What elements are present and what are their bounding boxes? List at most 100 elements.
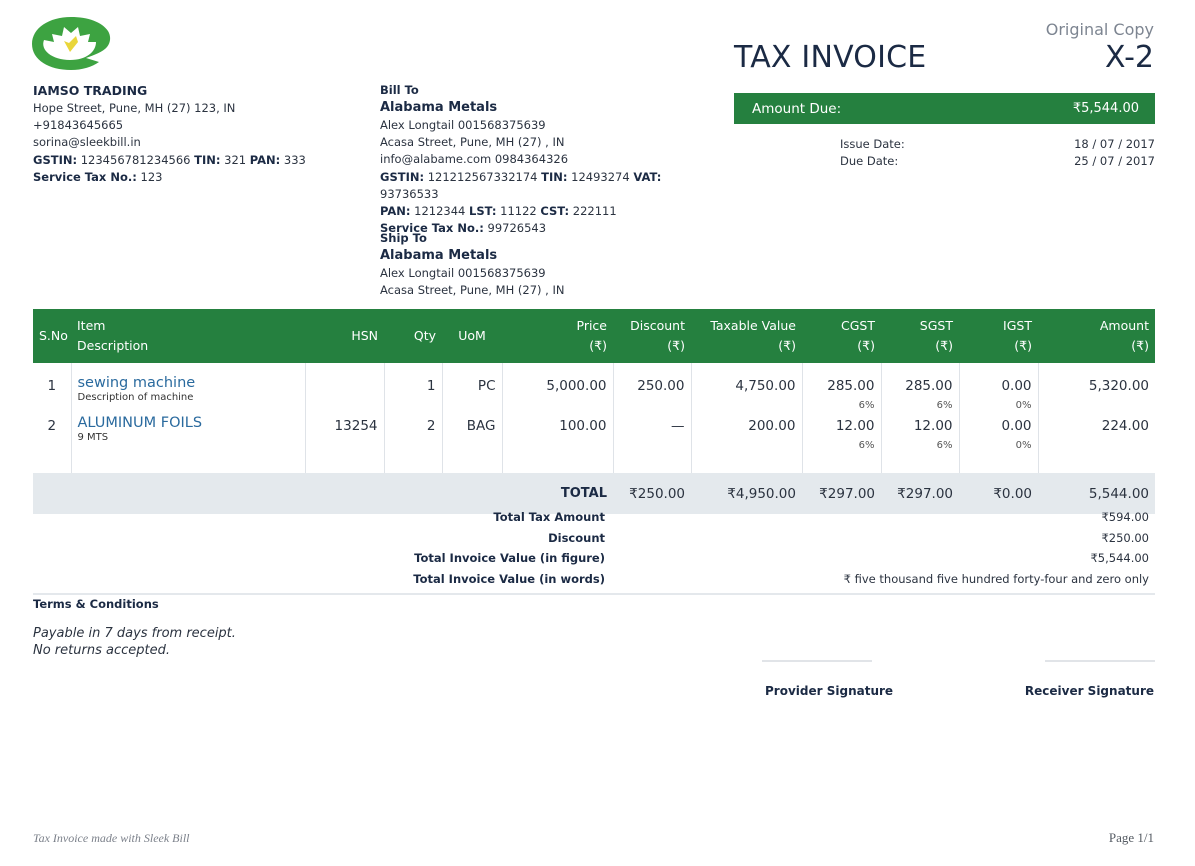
col-discount: Discount (₹) (613, 309, 691, 363)
due-date-label: Due Date: (840, 153, 899, 168)
row-cgst: 12.00 6% (801, 415, 881, 473)
discount-value: 250.00 (637, 378, 685, 394)
summary-label: Total Invoice Value (in words) (413, 571, 605, 586)
col-taxable-line2: (₹) (778, 338, 796, 353)
row-sno: 2 (33, 415, 71, 473)
row-item: ALUMINUM FOILS 9 MTS (70, 415, 305, 473)
summary-row: Total Invoice Value (in figure) ₹5,544.00 (33, 548, 1155, 569)
summary-value: ₹ five thousand five hundred forty-four … (843, 571, 1149, 586)
ship-to-contact: Alex Longtail 001568375639 (380, 266, 546, 280)
row-amount: 5,320.00 (1037, 363, 1155, 415)
col-price: Price (₹) (502, 309, 613, 363)
col-item-line1: Item (77, 318, 106, 333)
gstin-label: GSTIN: (33, 152, 78, 167)
price-value: 5,000.00 (546, 378, 607, 394)
row-sgst: 285.00 6% (880, 363, 959, 415)
amount-value: 224.00 (1101, 418, 1149, 434)
row-price: 100.00 (501, 415, 613, 473)
igst-value: 0.00 (1001, 418, 1032, 434)
summary-row: Discount ₹250.00 (33, 528, 1155, 549)
col-cgst: CGST (₹) (802, 309, 881, 363)
gstin-value: 123456781234566 (80, 152, 191, 167)
amount-due-bar: Amount Due: ₹5,544.00 (734, 93, 1155, 124)
taxable-value: 4,750.00 (735, 378, 796, 394)
pan-value: 1212344 (414, 204, 466, 219)
summary-row: Total Invoice Value (in words) ₹ five tho… (33, 569, 1155, 590)
service-tax-label: Service Tax No.: (33, 169, 137, 184)
sno-value: 2 (47, 418, 57, 434)
seller-email: sorina@sleekbill.in (33, 135, 141, 150)
col-igst-line1: IGST (1003, 318, 1032, 333)
vat-value: 93736533 (380, 186, 439, 201)
seller-tax-ids: GSTIN: 123456781234566 TIN: 321 PAN: 333 (33, 152, 353, 169)
igst-value: 0.00 (1001, 378, 1032, 394)
receiver-signature-line (1045, 660, 1155, 662)
col-cgst-line1: CGST (841, 318, 875, 333)
terms-line: No returns accepted. (33, 643, 170, 658)
summary-value: ₹5,544.00 (1090, 551, 1149, 566)
summary-label: Total Tax Amount (493, 510, 605, 525)
sgst-rate: 6% (936, 440, 953, 451)
line-items-table: S.No Item Description HSN Qty UoM Price (₹… (33, 309, 1155, 514)
col-item-line2: Description (77, 338, 149, 353)
row-taxable: 200.00 (690, 415, 802, 473)
summary-label: Discount (548, 530, 605, 545)
summary-divider (33, 593, 1155, 595)
gstin-value: 121212567332174 (427, 169, 538, 184)
col-discount-line1: Discount (630, 318, 685, 333)
terms-line: Payable in 7 days from receipt. (33, 626, 236, 641)
col-amount-line1: Amount (1099, 318, 1149, 333)
sgst-value: 12.00 (913, 418, 953, 434)
tin-label: TIN: (194, 152, 221, 167)
cgst-value: 12.00 (835, 418, 875, 434)
cgst-rate: 6% (858, 400, 875, 411)
row-igst: 0.00 0% (958, 363, 1038, 415)
bill-to-tax-ids-1: GSTIN: 121212567332174 TIN: 12493274 VAT… (380, 169, 720, 203)
receiver-signature-label: Receiver Signature (1024, 684, 1154, 698)
amount-due-value: ₹5,544.00 (1072, 101, 1139, 116)
lst-value: 11122 (500, 204, 537, 219)
cst-label: CST: (540, 204, 570, 219)
page-number: Page 1/1 (1108, 830, 1154, 845)
col-cgst-line2: (₹) (857, 338, 875, 353)
col-uom: UoM (442, 309, 502, 363)
bill-to-name: Alabama Metals (380, 100, 498, 115)
tin-value: 12493274 (571, 169, 630, 184)
price-value: 100.00 (559, 418, 607, 434)
bill-to-address: Acasa Street, Pune, MH (27) , IN (380, 135, 565, 150)
sno-value: 1 (47, 378, 57, 394)
col-amount-line2: (₹) (1131, 338, 1149, 353)
row-discount: — (612, 415, 691, 473)
col-igst: IGST (₹) (959, 309, 1038, 363)
table-header-row: S.No Item Description HSN Qty UoM Price (₹… (33, 309, 1155, 363)
bill-to-label: Bill To (380, 83, 419, 97)
ship-to-label: Ship To (380, 231, 427, 245)
col-qty: Qty (384, 309, 442, 363)
row-taxable: 4,750.00 (690, 363, 802, 415)
cgst-rate: 6% (858, 440, 875, 451)
qty-value: 1 (426, 378, 436, 394)
bill-to-contact: Alex Longtail 001568375639 (380, 118, 546, 132)
hsn-value: 13254 (334, 418, 378, 434)
issue-date-row: Issue Date: 18 / 07 / 2017 (840, 136, 1155, 153)
row-item: sewing machine Description of machine (70, 363, 305, 415)
issue-date-label: Issue Date: (840, 137, 905, 151)
item-name: ALUMINUM FOILS (77, 415, 203, 431)
lst-label: LST: (469, 204, 497, 219)
summary-value: ₹594.00 (1101, 510, 1149, 525)
col-price-line2: (₹) (589, 338, 607, 353)
row-sno: 1 (33, 363, 71, 415)
ship-to-name: Alabama Metals (380, 248, 498, 263)
terms-title: Terms & Conditions (33, 597, 159, 611)
bill-to-section: Bill To Alabama Metals Alex Longtail 001… (380, 82, 720, 237)
row-uom: PC (441, 363, 502, 415)
ship-to-address: Acasa Street, Pune, MH (27) , IN (380, 283, 565, 298)
row-cgst: 285.00 6% (801, 363, 881, 415)
row-sgst: 12.00 6% (880, 415, 959, 473)
seller-info: IAMSO TRADING Hope Street, Pune, MH (27)… (33, 82, 353, 186)
summary-value: ₹250.00 (1101, 530, 1149, 545)
due-date-value: 25 / 07 / 2017 (1074, 153, 1155, 168)
gstin-label: GSTIN: (380, 169, 425, 184)
provider-signature-label: Provider Signature (765, 684, 894, 698)
table-row: 2 ALUMINUM FOILS 9 MTS 13254 2 BAG 100.0… (33, 415, 1155, 473)
